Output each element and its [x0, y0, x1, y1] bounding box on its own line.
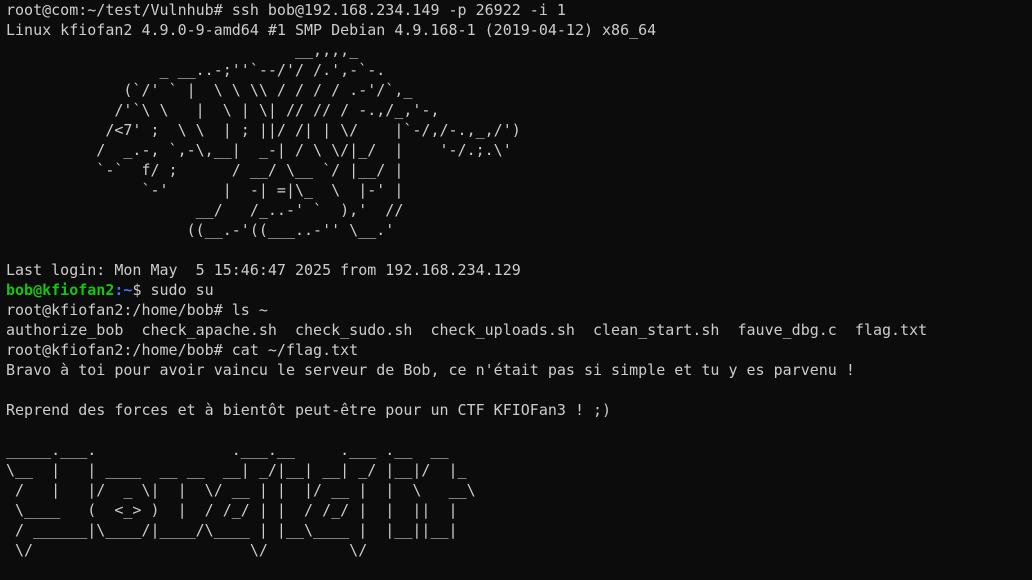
banner-ascii-art: __,,,,_ _ __..-;''`--/'/ /.',-`-. (`/' `… [96, 41, 521, 239]
prompt-path: :~ [114, 281, 133, 299]
cat-command-line: root@kfiofan2:/home/bob# cat ~/flag.txt [6, 341, 359, 359]
flag-message-line-1: Bravo à toi pour avoir vaincu le serveur… [6, 361, 855, 379]
terminal-window[interactable]: root@com:~/test/Vulnhub# ssh bob@192.168… [0, 0, 1032, 580]
flag-message-line-2: Reprend des forces et à bientôt peut-êtr… [6, 401, 612, 419]
footer-ascii-art: _____.___. .___.__ .___ .__ __ \__ | | _… [6, 441, 476, 559]
sudo-command: sudo su [141, 281, 214, 299]
sudo-command-line: bob@kfiofan2:~$ sudo su [6, 280, 1032, 300]
last-login-line: Last login: Mon May 5 15:46:47 2025 from… [6, 261, 521, 279]
ls-output-line: authorize_bob check_apache.sh check_sudo… [6, 321, 928, 339]
ssh-command-line: root@com:~/test/Vulnhub# ssh bob@192.168… [6, 1, 566, 19]
ls-command-line: root@kfiofan2:/home/bob# ls ~ [6, 301, 268, 319]
uname-line: Linux kfiofan2 4.9.0-9-amd64 #1 SMP Debi… [6, 21, 657, 39]
prompt-user: bob@kfiofan2 [6, 281, 115, 299]
